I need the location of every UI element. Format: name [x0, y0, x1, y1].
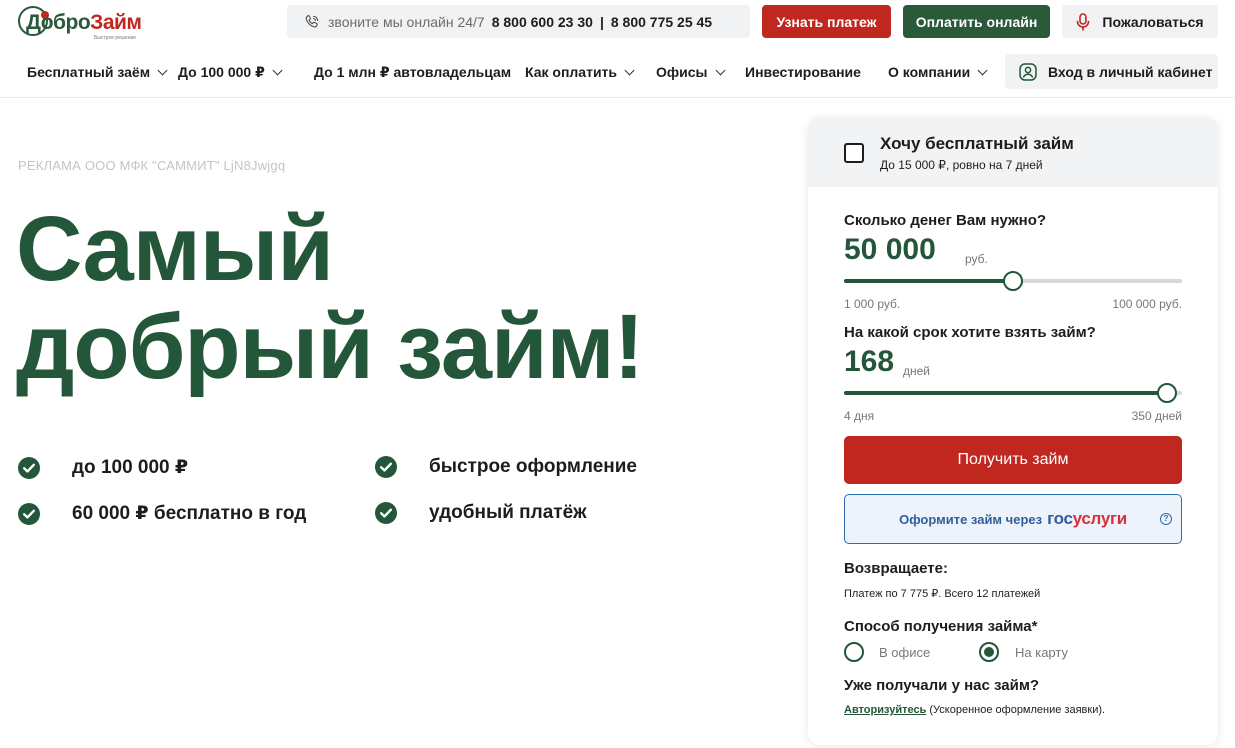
logo-tagline: Быстрое решение	[94, 35, 137, 41]
top-bar: ДоброЗайм Быстрое решение звоните мы онл…	[0, 0, 1235, 44]
feature-label: до 100 000 ₽	[72, 457, 189, 478]
logo[interactable]: ДоброЗайм Быстрое решение	[18, 6, 148, 41]
phone-label: звоните мы онлайн 24/7	[328, 13, 485, 30]
return-detail: Платеж по 7 775 ₽. Всего 12 платежей	[844, 588, 1041, 600]
user-icon	[1019, 62, 1037, 81]
gosuslugi-logo-part2: услуги	[1072, 509, 1128, 528]
nav-item-about[interactable]: О компании	[888, 54, 988, 90]
method-title: Способ получения займа*	[844, 618, 1038, 635]
slider-fill	[844, 279, 1013, 283]
check-circle-icon	[18, 502, 40, 525]
slider-handle[interactable]	[1156, 383, 1177, 403]
phone-separator: |	[599, 13, 604, 30]
gosuslugi-text: Оформите займ через	[899, 511, 1043, 527]
free-loan-option: Хочу бесплатный займ До 15 000 ₽, ровно …	[808, 117, 1218, 187]
feature-label: быстрое оформление	[429, 456, 637, 477]
feature-label: удобный платёж	[429, 502, 587, 523]
method-card-label[interactable]: На карту	[1015, 645, 1068, 660]
logo-text-part1: Добро	[26, 11, 91, 34]
phone-box: звоните мы онлайн 24/7 8 800 600 23 30 |…	[287, 5, 750, 38]
amount-unit: руб.	[965, 252, 988, 266]
return-title: Возвращаете:	[844, 560, 948, 577]
pay-online-button[interactable]: Оплатить онлайн	[903, 5, 1050, 38]
free-loan-title: Хочу бесплатный займ	[880, 134, 1074, 153]
get-loan-button[interactable]: Получить займ	[844, 436, 1182, 484]
cabinet-login-button[interactable]: Вход в личный кабинет	[1005, 54, 1218, 89]
nav-item-label: О компании	[888, 64, 971, 80]
phone-number-2[interactable]: 8 800 775 25 45	[611, 14, 712, 30]
ad-disclaimer: РЕКЛАМА ООО МФК "САММИТ" LjN8Jwjgq	[18, 158, 286, 173]
auth-note: (Ускоренное оформление заявки).	[926, 704, 1106, 716]
nav-item-investing[interactable]: Инвестирование	[745, 54, 861, 90]
gosuslugi-logo: госуслуги	[1047, 509, 1127, 529]
chevron-down-icon	[715, 65, 725, 75]
cabinet-label: Вход в личный кабинет	[1048, 63, 1213, 80]
gosuslugi-logo-part1: гос	[1047, 509, 1073, 528]
hero-title: Самый добрый займ!	[16, 200, 776, 396]
nav-item-up-to-100k[interactable]: До 100 000 ₽	[178, 54, 283, 90]
microphone-icon	[1077, 12, 1090, 31]
amount-value: 50 000	[844, 233, 936, 266]
phone-icon	[305, 14, 319, 28]
nav-item-label: До 1 млн ₽ автовладельцам	[314, 63, 512, 80]
slider-handle[interactable]	[1003, 271, 1023, 291]
check-circle-icon	[18, 456, 40, 479]
term-value: 168	[844, 345, 895, 378]
chevron-down-icon	[977, 65, 988, 75]
phone-number-1[interactable]: 8 800 600 23 30	[492, 14, 593, 30]
feature-item: 60 000 ₽ бесплатно в год	[18, 502, 306, 525]
nav-item-label: Бесплатный заём	[27, 64, 151, 80]
header-divider	[0, 97, 1235, 98]
free-loan-checkbox[interactable]	[844, 143, 864, 163]
returning-title: Уже получали у нас займ?	[844, 677, 1040, 694]
term-unit: дней	[903, 364, 931, 378]
chevron-down-icon	[272, 65, 283, 75]
nav-item-label: До 100 000 ₽	[178, 63, 265, 80]
check-circle-icon	[375, 456, 397, 478]
term-slider[interactable]	[844, 383, 1182, 403]
method-card-radio[interactable]	[979, 642, 999, 662]
hero-title-line1: Самый	[16, 198, 334, 300]
feature-item: до 100 000 ₽	[18, 456, 188, 479]
chevron-down-icon	[624, 65, 635, 75]
term-max: 350 дней	[1131, 409, 1182, 423]
feature-label: 60 000 ₽ бесплатно в год	[72, 503, 307, 524]
check-circle-icon	[375, 502, 397, 524]
nav-item-car-owners[interactable]: До 1 млн ₽ автовладельцам	[314, 54, 511, 90]
logo-text-part2: Займ	[90, 11, 142, 34]
nav-item-free-loan[interactable]: Бесплатный заём	[27, 54, 168, 90]
method-office-radio[interactable]	[844, 642, 864, 662]
complain-button[interactable]: Пожаловаться	[1062, 5, 1218, 38]
amount-min: 1 000 руб.	[844, 297, 901, 311]
chevron-down-icon	[157, 65, 168, 75]
feature-item: удобный платёж	[375, 502, 587, 524]
loan-calculator: Хочу бесплатный займ До 15 000 ₽, ровно …	[808, 117, 1218, 745]
main-nav: Бесплатный заём До 100 000 ₽ До 1 млн ₽ …	[0, 54, 1235, 90]
nav-item-offices[interactable]: Офисы	[656, 54, 725, 90]
term-question: На какой срок хотите взять займ?	[844, 324, 1096, 341]
help-icon[interactable]: ?	[1160, 513, 1172, 525]
amount-question: Сколько денег Вам нужно?	[844, 212, 1047, 229]
hero-title-line2: добрый займ!	[16, 296, 644, 398]
gosuslugi-button[interactable]: Оформите займ через госуслуги ?	[844, 494, 1182, 544]
auth-row: Авторизуйтесь (Ускоренное оформление зая…	[844, 704, 1105, 716]
free-loan-subtitle: До 15 000 ₽, ровно на 7 дней	[880, 158, 1043, 172]
auth-link[interactable]: Авторизуйтесь	[844, 704, 926, 716]
amount-slider[interactable]	[844, 271, 1182, 291]
nav-item-label: Как оплатить	[525, 64, 618, 80]
feature-item: быстрое оформление	[375, 456, 637, 478]
slider-fill	[844, 391, 1167, 395]
amount-max: 100 000 руб.	[1112, 297, 1182, 311]
method-office-label[interactable]: В офисе	[879, 645, 930, 660]
nav-item-label: Офисы	[656, 64, 708, 80]
term-min: 4 дня	[844, 409, 875, 423]
nav-item-label: Инвестирование	[745, 64, 861, 80]
payment-info-button[interactable]: Узнать платеж	[762, 5, 891, 38]
complain-label: Пожаловаться	[1102, 13, 1204, 30]
nav-item-how-to-pay[interactable]: Как оплатить	[525, 54, 635, 90]
